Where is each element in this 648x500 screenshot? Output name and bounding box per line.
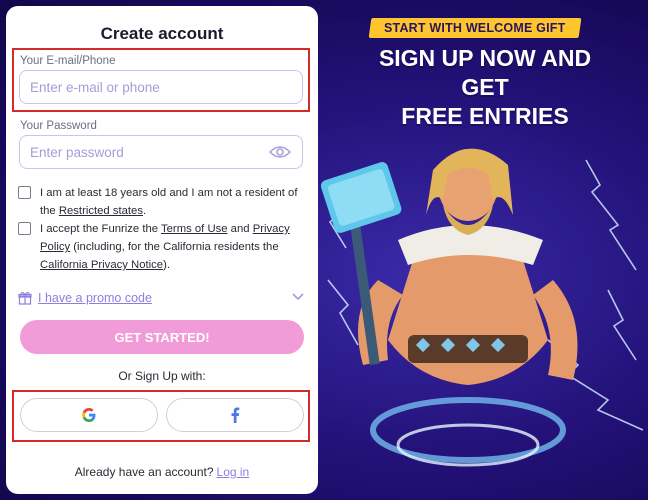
terms-of-use-link[interactable]: Terms of Use [161,223,228,235]
california-privacy-notice-link[interactable]: California Privacy Notice [40,259,163,271]
page-title: Create account [100,24,224,43]
terms-acceptance-checkbox[interactable] [18,222,31,235]
email-label: Your E-mail/Phone [20,55,116,67]
headline-line-1: SIGN UP NOW AND [378,45,592,71]
terms-acceptance-text: I accept the Funrize the Terms of Use an… [40,223,290,271]
promo-headline: SIGN UP NOW AND GET FREE ENTRIES [340,44,630,131]
terms-acceptance-row: I accept the Funrize the Terms of Use an… [18,220,308,274]
welcome-gift-badge-label: START WITH WELCOME GIFT [384,21,566,35]
show-password-eye-icon[interactable] [269,144,291,160]
facebook-icon [231,407,240,423]
welcome-gift-badge: START WITH WELCOME GIFT [368,18,582,38]
login-link[interactable]: Log in [217,465,250,479]
age-confirmation-checkbox[interactable] [18,186,31,199]
chevron-down-icon[interactable] [292,292,304,302]
email-input[interactable] [19,70,303,104]
facebook-signup-button[interactable] [166,398,304,432]
password-label: Your Password [20,120,97,132]
signup-card: Create account Your E-mail/Phone Your Pa… [6,6,318,494]
restricted-states-link[interactable]: Restricted states [59,205,143,217]
headline-line-2: GET [461,74,509,100]
viking-hero-illustration [320,148,644,467]
login-prompt: Already have an account? Log in [74,465,250,479]
age-confirmation-text: I am at least 18 years old and I am not … [40,187,298,217]
get-started-button[interactable]: GET STARTED! [20,320,304,354]
alt-signup-label: Or Sign Up with: [118,369,206,383]
promo-code-toggle[interactable]: I have a promo code [18,288,308,308]
password-input[interactable] [19,135,303,169]
headline-line-3: FREE ENTRIES [401,103,569,129]
promo-code-link[interactable]: I have a promo code [38,291,152,305]
google-icon [82,407,96,423]
age-confirmation-row: I am at least 18 years old and I am not … [18,184,308,220]
gift-icon [18,291,32,305]
google-signup-button[interactable] [20,398,158,432]
